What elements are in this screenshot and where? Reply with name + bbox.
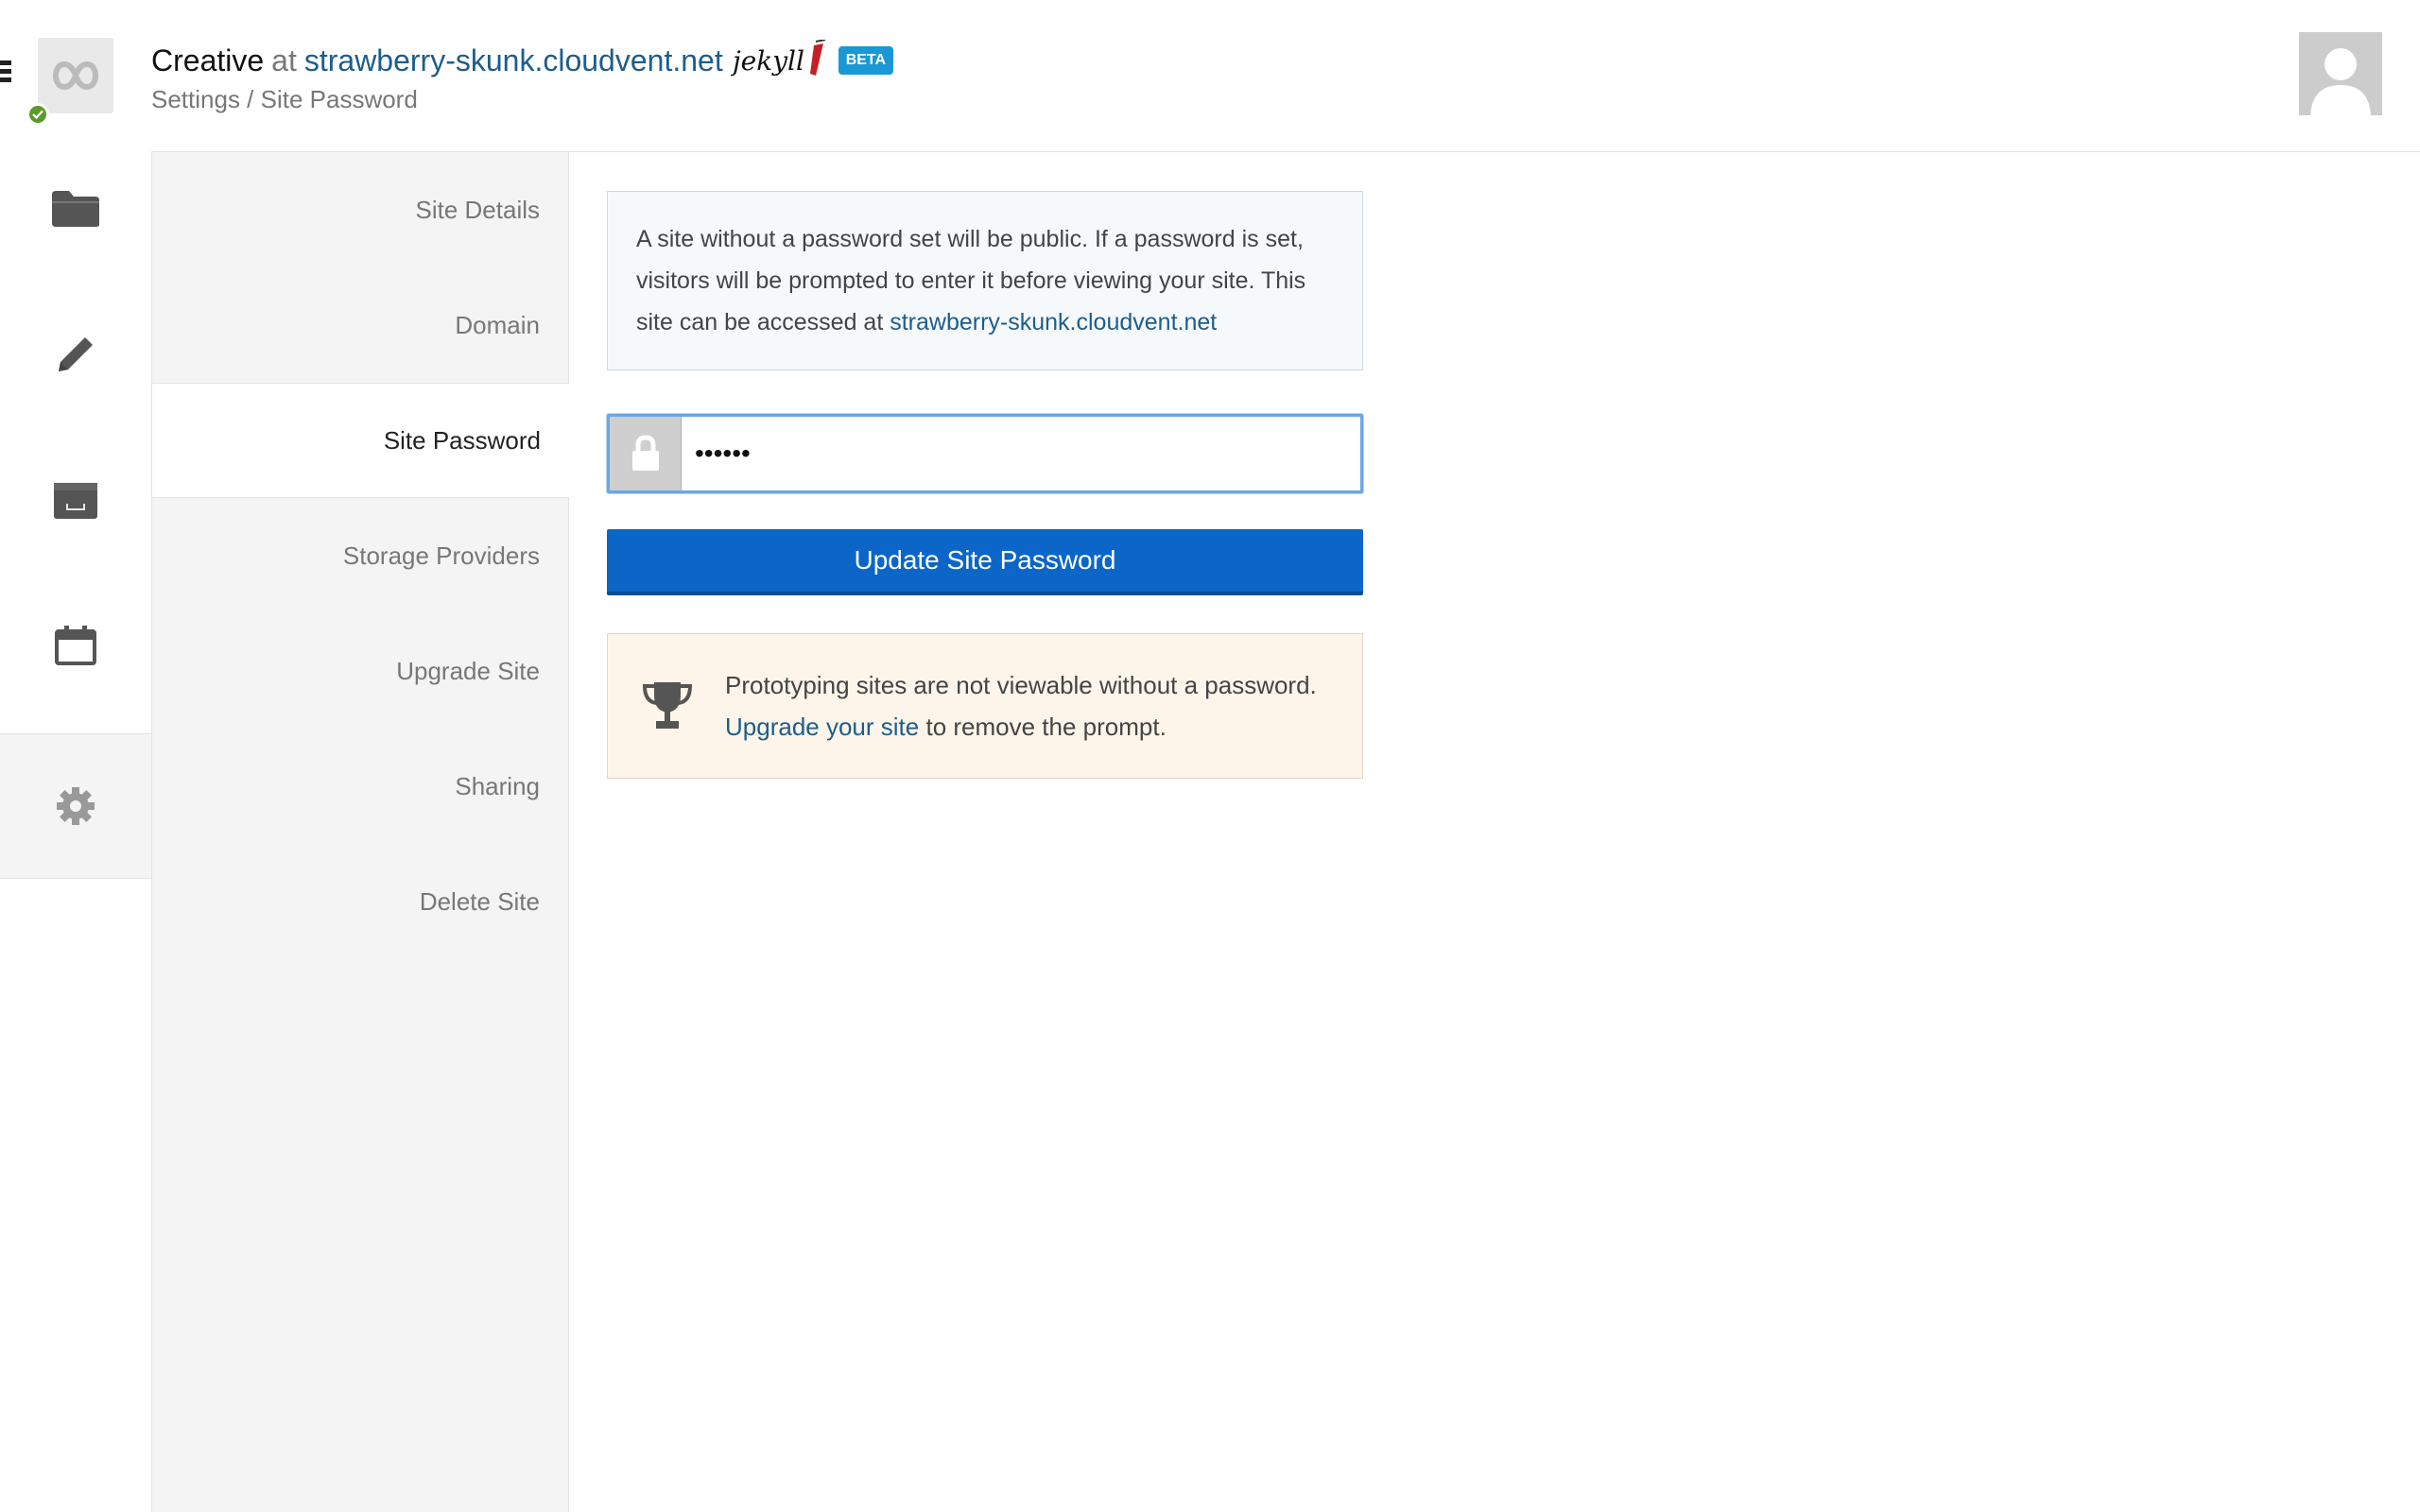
menu-icon[interactable] (0, 60, 11, 85)
site-password-panel: A site without a password set will be pu… (607, 191, 1363, 779)
nav-item-sharing[interactable]: Sharing (152, 729, 568, 844)
beta-badge: BETA (838, 46, 894, 75)
lock-icon (610, 417, 682, 490)
upgrade-notice-tail: to remove the prompt. (925, 713, 1167, 741)
site-status-icon (26, 103, 49, 126)
nav-item-domain[interactable]: Domain (152, 267, 568, 383)
upgrade-notice-line1: Prototyping sites are not viewable witho… (725, 671, 1317, 699)
settings-nav: Site Details Domain Site Password Storag… (151, 152, 569, 1512)
site-title-separator: at (271, 43, 297, 77)
jekyll-logo-icon: jekyll (731, 40, 829, 81)
nav-item-delete-site[interactable]: Delete Site (152, 844, 568, 959)
nav-item-site-details[interactable]: Site Details (152, 152, 568, 267)
breadcrumb: Settings / Site Password (151, 85, 418, 113)
folder-icon[interactable] (0, 136, 151, 282)
icon-rail (0, 0, 151, 1512)
gear-icon[interactable] (0, 733, 151, 879)
site-url-link-info[interactable]: strawberry-skunk.cloudvent.net (890, 309, 1217, 335)
nav-item-upgrade-site[interactable]: Upgrade Site (152, 613, 568, 729)
trophy-icon (640, 679, 695, 733)
upgrade-notice: Prototyping sites are not viewable witho… (607, 633, 1363, 779)
user-avatar[interactable] (2299, 32, 2382, 115)
password-field-group (607, 414, 1363, 493)
site-url-link[interactable]: strawberry-skunk.cloudvent.net (304, 38, 723, 83)
update-site-password-button[interactable]: Update Site Password (607, 529, 1363, 595)
password-info-box: A site without a password set will be pu… (607, 191, 1363, 370)
page-header: Creative at strawberry-skunk.cloudvent.n… (151, 38, 894, 114)
inbox-icon[interactable] (0, 427, 151, 573)
site-title: Creative at strawberry-skunk.cloudvent.n… (151, 38, 894, 83)
calendar-icon[interactable] (0, 573, 151, 718)
nav-item-site-password[interactable]: Site Password (152, 383, 569, 498)
site-logo-icon[interactable] (38, 38, 113, 113)
upgrade-site-link[interactable]: Upgrade your site (725, 713, 919, 741)
pencil-icon[interactable] (0, 282, 151, 427)
site-name: Creative (151, 43, 265, 77)
nav-item-storage-providers[interactable]: Storage Providers (152, 498, 568, 613)
svg-text:jekyll: jekyll (731, 45, 804, 77)
upgrade-notice-text: Prototyping sites are not viewable witho… (725, 664, 1317, 747)
site-password-input[interactable] (682, 417, 1360, 490)
